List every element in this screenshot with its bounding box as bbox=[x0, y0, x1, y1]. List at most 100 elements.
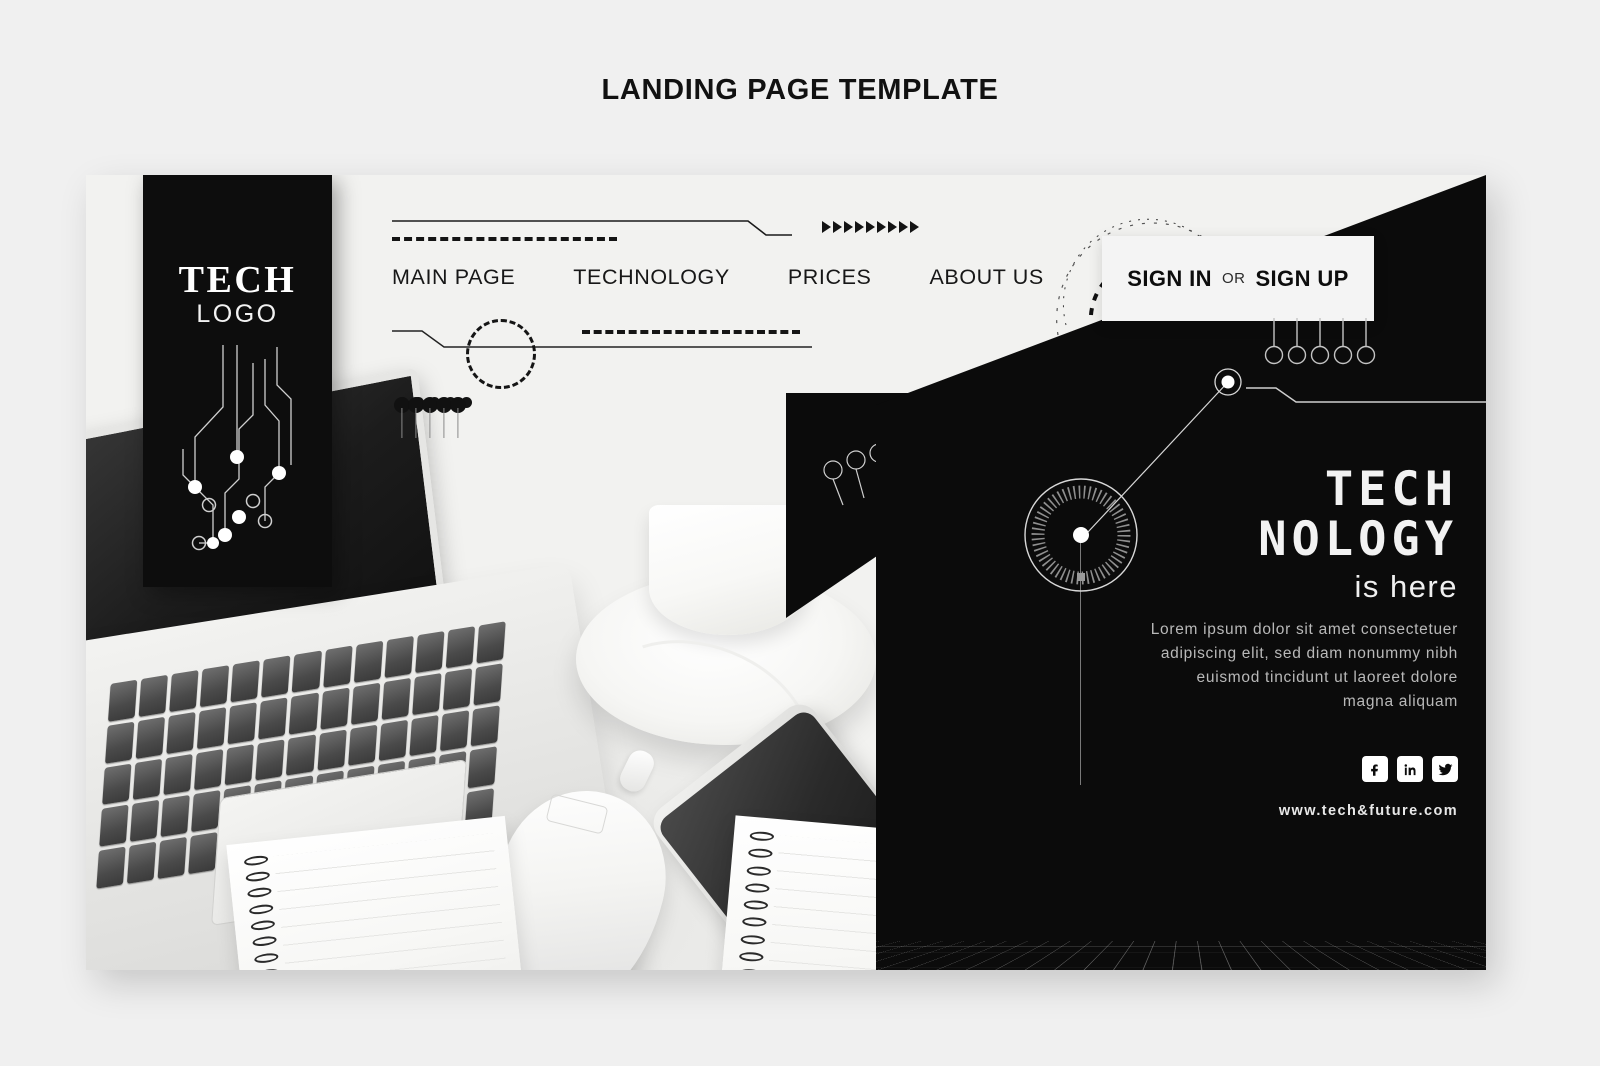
keyboard-key bbox=[467, 746, 497, 789]
keyboard-key bbox=[191, 790, 221, 833]
coffee-cup bbox=[649, 505, 807, 635]
notebook-lines bbox=[273, 833, 511, 970]
linkedin-icon[interactable] bbox=[1397, 756, 1423, 782]
pin-stem bbox=[429, 408, 431, 438]
spiral-ring bbox=[748, 830, 776, 842]
keyboard-key bbox=[445, 626, 476, 669]
keyboard-key bbox=[255, 738, 285, 781]
pin-decor bbox=[450, 397, 466, 438]
sign-up-button[interactable]: SIGN UP bbox=[1255, 266, 1348, 292]
keyboard-key bbox=[126, 841, 157, 884]
spiral-ring bbox=[246, 886, 273, 899]
keyboard-key bbox=[224, 743, 255, 786]
keyboard-key bbox=[286, 734, 316, 776]
keyboard-key bbox=[322, 645, 353, 688]
keyboard-key bbox=[157, 837, 188, 879]
keyboard-key bbox=[473, 663, 503, 706]
arrow-icon bbox=[833, 221, 842, 233]
spiral-ring bbox=[746, 848, 775, 859]
keyboard-key bbox=[347, 724, 378, 767]
keyboard-key bbox=[230, 660, 261, 703]
pin-stem bbox=[443, 408, 445, 438]
header-dashed-line-2 bbox=[582, 330, 800, 334]
keyboard-key bbox=[188, 832, 218, 875]
logo-subtitle: LOGO bbox=[196, 300, 279, 328]
main-navigation[interactable]: MAIN PAGE TECHNOLOGY PRICES ABOUT US bbox=[392, 265, 1044, 290]
spiral-ring bbox=[737, 951, 766, 963]
keyboard-key bbox=[439, 709, 470, 752]
keyboard-key bbox=[289, 692, 319, 735]
radar-circle-icon bbox=[1024, 478, 1138, 592]
hero-subtitle: is here bbox=[1354, 568, 1458, 604]
keyboard-key bbox=[99, 804, 129, 847]
page-root: LANDING PAGE TEMPLATE TECH LOGO MAIN PAG… bbox=[0, 0, 1600, 1066]
arrow-icon bbox=[888, 221, 897, 233]
keyboard-key bbox=[319, 687, 350, 730]
circuit-line-decor bbox=[1246, 387, 1486, 403]
keyboard-key bbox=[163, 753, 193, 796]
arrow-icon bbox=[899, 221, 908, 233]
facebook-icon[interactable] bbox=[1362, 756, 1388, 782]
spiral-ring bbox=[742, 899, 770, 911]
keyboard-key bbox=[105, 721, 135, 764]
auth-button-group[interactable]: SIGN IN OR SIGN UP bbox=[1102, 236, 1374, 321]
nav-item-prices[interactable]: PRICES bbox=[788, 265, 872, 290]
arrow-icon bbox=[910, 221, 919, 233]
keyboard-key bbox=[129, 800, 160, 843]
keyboard-key bbox=[476, 621, 506, 664]
header-dashed-line bbox=[392, 237, 617, 241]
keyboard-key bbox=[381, 677, 411, 720]
perspective-grid bbox=[876, 940, 1486, 970]
keyboard-key bbox=[197, 706, 227, 749]
arrow-icon bbox=[844, 221, 853, 233]
social-links[interactable] bbox=[1362, 756, 1458, 782]
keyboard-key bbox=[102, 763, 132, 806]
pin-stem bbox=[415, 408, 417, 438]
spiral-ring bbox=[736, 968, 764, 970]
tech-logo-panel: TECH LOGO bbox=[143, 175, 332, 587]
keyboard-key bbox=[169, 669, 199, 712]
arrow-icon bbox=[877, 221, 886, 233]
keyboard-key bbox=[107, 679, 138, 722]
dashed-circle-decor bbox=[466, 319, 536, 389]
nav-item-main-page[interactable]: MAIN PAGE bbox=[392, 265, 515, 290]
pin-row bbox=[394, 397, 466, 442]
page-title: LANDING PAGE TEMPLATE bbox=[601, 74, 999, 106]
arrow-icon bbox=[822, 221, 831, 233]
nav-item-technology[interactable]: TECHNOLOGY bbox=[573, 265, 730, 290]
keyboard-key bbox=[353, 640, 383, 683]
keyboard-key bbox=[138, 674, 169, 717]
keyboard-key bbox=[194, 748, 224, 791]
keyboard-key bbox=[442, 667, 473, 710]
spiral-ring bbox=[253, 952, 280, 964]
hero-line-2: NOLOGY bbox=[1258, 511, 1458, 567]
spiral-ring bbox=[243, 854, 269, 867]
keyboard-key bbox=[470, 704, 500, 747]
website-url[interactable]: www.tech&future.com bbox=[1279, 803, 1458, 819]
keyboard-key bbox=[261, 655, 291, 698]
keyboard-key bbox=[258, 697, 288, 740]
keyboard-key bbox=[200, 665, 230, 707]
spiral-ring bbox=[244, 870, 271, 883]
header-step-line bbox=[392, 220, 792, 236]
spiral-ring bbox=[251, 935, 278, 948]
pin-stem bbox=[401, 408, 403, 438]
keyboard-key bbox=[316, 729, 347, 772]
spiral-ring bbox=[740, 916, 769, 928]
spiral-ring bbox=[249, 919, 276, 932]
sign-in-button[interactable]: SIGN IN bbox=[1127, 266, 1212, 292]
spiral-ring bbox=[745, 865, 773, 877]
keyboard-key bbox=[96, 846, 126, 889]
pin-stem bbox=[457, 408, 459, 438]
auth-separator: OR bbox=[1221, 270, 1246, 287]
keyboard-key bbox=[350, 682, 380, 725]
hero-heading: TECH NOLOGY is here bbox=[1258, 465, 1458, 605]
hero-body-text: Lorem ipsum dolor sit amet consectetuer … bbox=[1150, 621, 1458, 711]
signin-circle-pins bbox=[1264, 318, 1376, 365]
keyboard-key bbox=[292, 650, 322, 693]
nav-item-about-us[interactable]: ABOUT US bbox=[929, 265, 1043, 290]
keyboard-key bbox=[414, 631, 445, 673]
keyboard-key bbox=[160, 795, 190, 838]
keyboard-key bbox=[135, 716, 166, 759]
twitter-icon[interactable] bbox=[1432, 756, 1458, 782]
